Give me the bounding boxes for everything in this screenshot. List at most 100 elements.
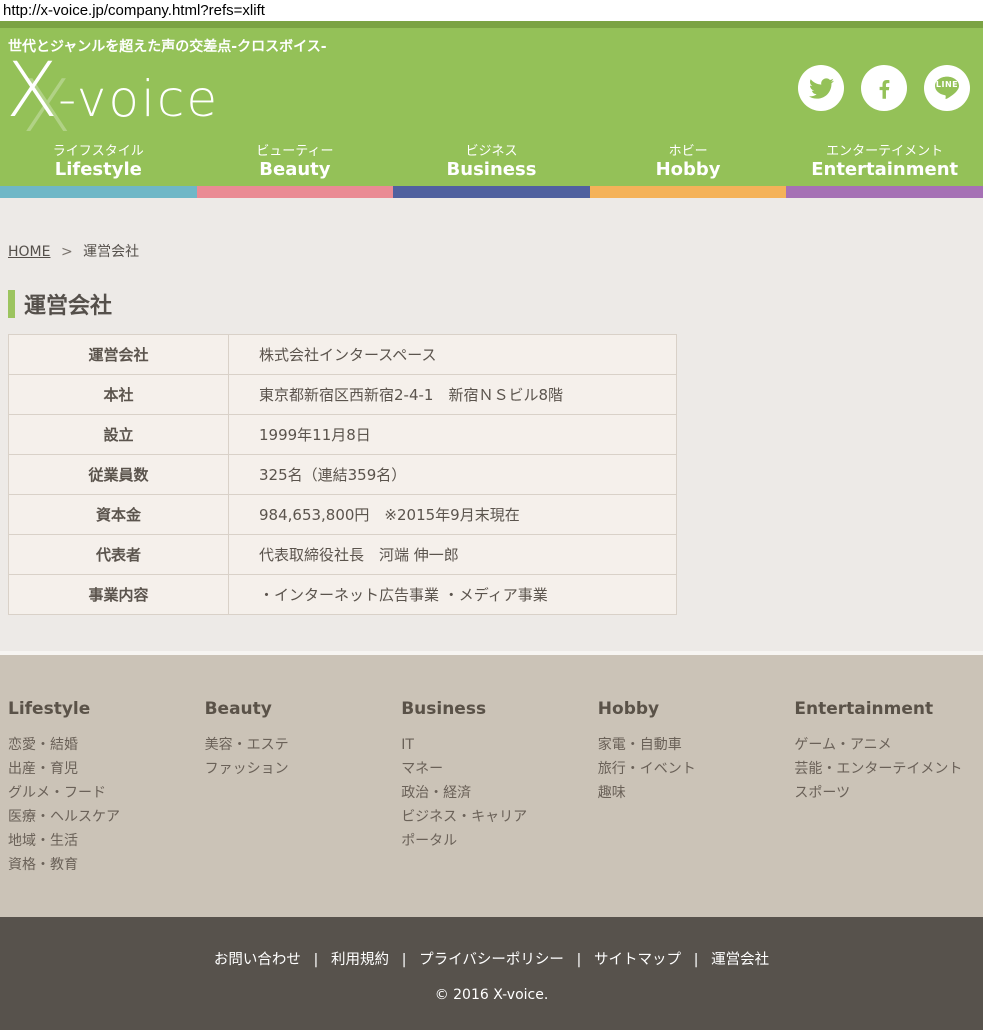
- breadcrumb-home-link[interactable]: HOME: [8, 244, 50, 260]
- row-value: 株式会社インタースペース: [229, 335, 677, 375]
- table-row: 運営会社 株式会社インタースペース: [9, 335, 677, 375]
- footer-link[interactable]: 旅行・イベント: [598, 757, 787, 781]
- row-label: 事業内容: [9, 575, 229, 615]
- bottom-link-company[interactable]: 運営会社: [711, 952, 769, 968]
- stripe-lifestyle: [0, 186, 197, 198]
- nav-item-business[interactable]: ビジネス Business: [393, 136, 590, 186]
- table-row: 代表者 代表取締役社長 河端 伸一郎: [9, 535, 677, 575]
- footer-column-beauty: Beauty 美容・エステ ファッション: [197, 699, 394, 877]
- row-value: 1999年11月8日: [229, 415, 677, 455]
- footer-sitemap: Lifestyle 恋愛・結婚 出産・育児 グルメ・フード 医療・ヘルスケア 地…: [0, 655, 983, 917]
- footer-heading: Entertainment: [794, 699, 983, 719]
- nav-label-en: Business: [393, 159, 590, 181]
- category-stripes: [0, 186, 983, 198]
- footer-link[interactable]: ゲーム・アニメ: [794, 733, 983, 757]
- footer-link[interactable]: ファッション: [205, 757, 394, 781]
- facebook-icon: [872, 76, 897, 101]
- footer-link[interactable]: 家電・自動車: [598, 733, 787, 757]
- nav-item-entertainment[interactable]: エンターテイメント Entertainment: [786, 136, 983, 186]
- footer-link[interactable]: 医療・ヘルスケア: [8, 805, 197, 829]
- header-top-strip: [0, 21, 983, 28]
- company-info-table: 運営会社 株式会社インタースペース 本社 東京都新宿区西新宿2-4-1 新宿ＮＳ…: [8, 334, 677, 615]
- row-value: 代表取締役社長 河端 伸一郎: [229, 535, 677, 575]
- bottom-link-sitemap[interactable]: サイトマップ: [594, 952, 681, 968]
- row-label: 運営会社: [9, 335, 229, 375]
- row-value: 325名（連結359名）: [229, 455, 677, 495]
- nav-label-jp: ビジネス: [393, 140, 590, 159]
- row-value: ・インターネット広告事業 ・メディア事業: [229, 575, 677, 615]
- line-icon: LINE: [931, 72, 963, 104]
- row-label: 従業員数: [9, 455, 229, 495]
- copyright: © 2016 X-voice.: [0, 987, 983, 1003]
- footer-column-business: Business IT マネー 政治・経済 ビジネス・キャリア ポータル: [393, 699, 590, 877]
- table-row: 事業内容 ・インターネット広告事業 ・メディア事業: [9, 575, 677, 615]
- logo-x: X: [6, 45, 58, 134]
- facebook-button[interactable]: [861, 65, 907, 111]
- nav-item-hobby[interactable]: ホビー Hobby: [590, 136, 787, 186]
- nav-label-en: Entertainment: [786, 159, 983, 181]
- bottom-link-terms[interactable]: 利用規約: [331, 952, 389, 968]
- bottom-bar: お問い合わせ | 利用規約 | プライバシーポリシー | サイトマップ | 運営…: [0, 917, 983, 1030]
- footer-link[interactable]: マネー: [401, 757, 590, 781]
- nav-label-jp: エンターテイメント: [786, 140, 983, 159]
- row-label: 代表者: [9, 535, 229, 575]
- nav-label-en: Lifestyle: [0, 159, 197, 181]
- page-title-row: 運営会社: [8, 288, 983, 320]
- row-label: 資本金: [9, 495, 229, 535]
- footer-link[interactable]: IT: [401, 733, 590, 757]
- footer-link[interactable]: ビジネス・キャリア: [401, 805, 590, 829]
- footer-link[interactable]: 政治・経済: [401, 781, 590, 805]
- table-row: 資本金 984,653,800円 ※2015年9月末現在: [9, 495, 677, 535]
- site-logo[interactable]: XX-voice: [6, 52, 219, 128]
- link-separator: |: [314, 952, 319, 968]
- footer-column-hobby: Hobby 家電・自動車 旅行・イベント 趣味: [590, 699, 787, 877]
- footer-link[interactable]: スポーツ: [794, 781, 983, 805]
- bottom-links: お問い合わせ | 利用規約 | プライバシーポリシー | サイトマップ | 運営…: [0, 917, 983, 969]
- breadcrumb: HOME > 運営会社: [0, 198, 983, 261]
- bottom-link-contact[interactable]: お問い合わせ: [214, 952, 301, 968]
- stripe-entertainment: [786, 186, 983, 198]
- link-separator: |: [402, 952, 407, 968]
- nav-label-en: Beauty: [197, 159, 394, 181]
- footer-link[interactable]: 芸能・エンターテイメント: [794, 757, 983, 781]
- title-accent-bar: [8, 290, 15, 318]
- line-icon-label: LINE: [924, 80, 970, 89]
- line-button[interactable]: LINE: [924, 65, 970, 111]
- footer-link[interactable]: 恋愛・結婚: [8, 733, 197, 757]
- footer-link[interactable]: 出産・育児: [8, 757, 197, 781]
- footer-link[interactable]: 資格・教育: [8, 853, 197, 877]
- row-value: 東京都新宿区西新宿2-4-1 新宿ＮＳビル8階: [229, 375, 677, 415]
- footer-link[interactable]: ポータル: [401, 829, 590, 853]
- footer-link[interactable]: 地域・生活: [8, 829, 197, 853]
- footer-column-lifestyle: Lifestyle 恋愛・結婚 出産・育児 グルメ・フード 医療・ヘルスケア 地…: [0, 699, 197, 877]
- footer-link[interactable]: 趣味: [598, 781, 787, 805]
- main-content: HOME > 運営会社 運営会社 運営会社 株式会社インタースペース 本社 東京…: [0, 198, 983, 651]
- url-text[interactable]: http://x-voice.jp/company.html?refs=xlif…: [3, 2, 265, 19]
- breadcrumb-separator: >: [61, 244, 73, 260]
- logo-row: XX-voice LINE: [0, 60, 983, 136]
- stripe-beauty: [197, 186, 394, 198]
- row-label: 本社: [9, 375, 229, 415]
- nav-label-en: Hobby: [590, 159, 787, 181]
- footer-column-entertainment: Entertainment ゲーム・アニメ 芸能・エンターテイメント スポーツ: [786, 699, 983, 877]
- twitter-button[interactable]: [798, 65, 844, 111]
- breadcrumb-current: 運営会社: [83, 244, 139, 260]
- link-separator: |: [694, 952, 699, 968]
- footer-heading: Hobby: [598, 699, 787, 719]
- footer-heading: Lifestyle: [8, 699, 197, 719]
- footer-heading: Beauty: [205, 699, 394, 719]
- main-nav: ライフスタイル Lifestyle ビューティー Beauty ビジネス Bus…: [0, 136, 983, 186]
- footer-link[interactable]: 美容・エステ: [205, 733, 394, 757]
- stripe-hobby: [590, 186, 787, 198]
- nav-item-beauty[interactable]: ビューティー Beauty: [197, 136, 394, 186]
- twitter-icon: [809, 76, 834, 101]
- bottom-link-privacy[interactable]: プライバシーポリシー: [419, 952, 564, 968]
- link-separator: |: [576, 952, 581, 968]
- nav-label-jp: ビューティー: [197, 140, 394, 159]
- page-title: 運営会社: [24, 288, 112, 320]
- url-bar[interactable]: http://x-voice.jp/company.html?refs=xlif…: [0, 0, 983, 21]
- table-row: 本社 東京都新宿区西新宿2-4-1 新宿ＮＳビル8階: [9, 375, 677, 415]
- table-row: 従業員数 325名（連結359名）: [9, 455, 677, 495]
- footer-link[interactable]: グルメ・フード: [8, 781, 197, 805]
- site-header: 世代とジャンルを超えた声の交差点-クロスボイス- XX-voice LINE: [0, 28, 983, 186]
